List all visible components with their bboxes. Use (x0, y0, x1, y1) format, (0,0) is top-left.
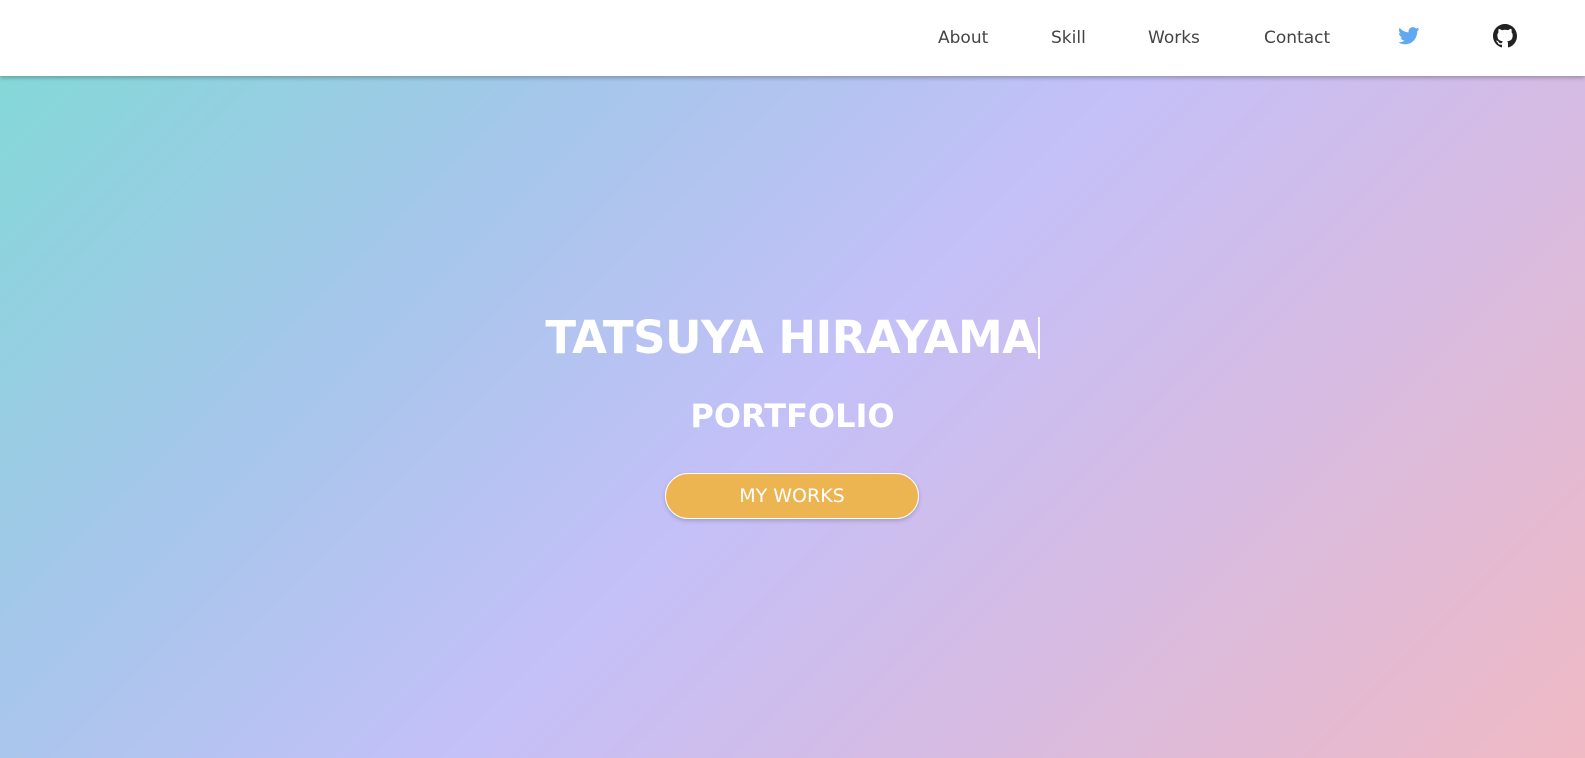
hero-title-text: TATSUYA HIRAYAMA (545, 311, 1037, 364)
hero-title: TATSUYA HIRAYAMA (0, 310, 1585, 366)
typing-cursor (1037, 317, 1040, 359)
site-header: About Skill Works Contact (0, 0, 1585, 76)
hero-section: TATSUYA HIRAYAMA PORTFOLIO MY WORKS (0, 76, 1585, 758)
github-link[interactable] (1493, 0, 1517, 72)
twitter-icon (1398, 27, 1420, 45)
my-works-button[interactable]: MY WORKS (665, 473, 919, 519)
nav-works[interactable]: Works (1148, 0, 1200, 76)
hero-subtitle: PORTFOLIO (690, 397, 895, 435)
nav-skill[interactable]: Skill (1051, 0, 1086, 76)
github-icon (1493, 24, 1517, 48)
nav-about[interactable]: About (938, 0, 988, 76)
nav-contact[interactable]: Contact (1264, 0, 1330, 76)
twitter-link[interactable] (1398, 0, 1420, 72)
